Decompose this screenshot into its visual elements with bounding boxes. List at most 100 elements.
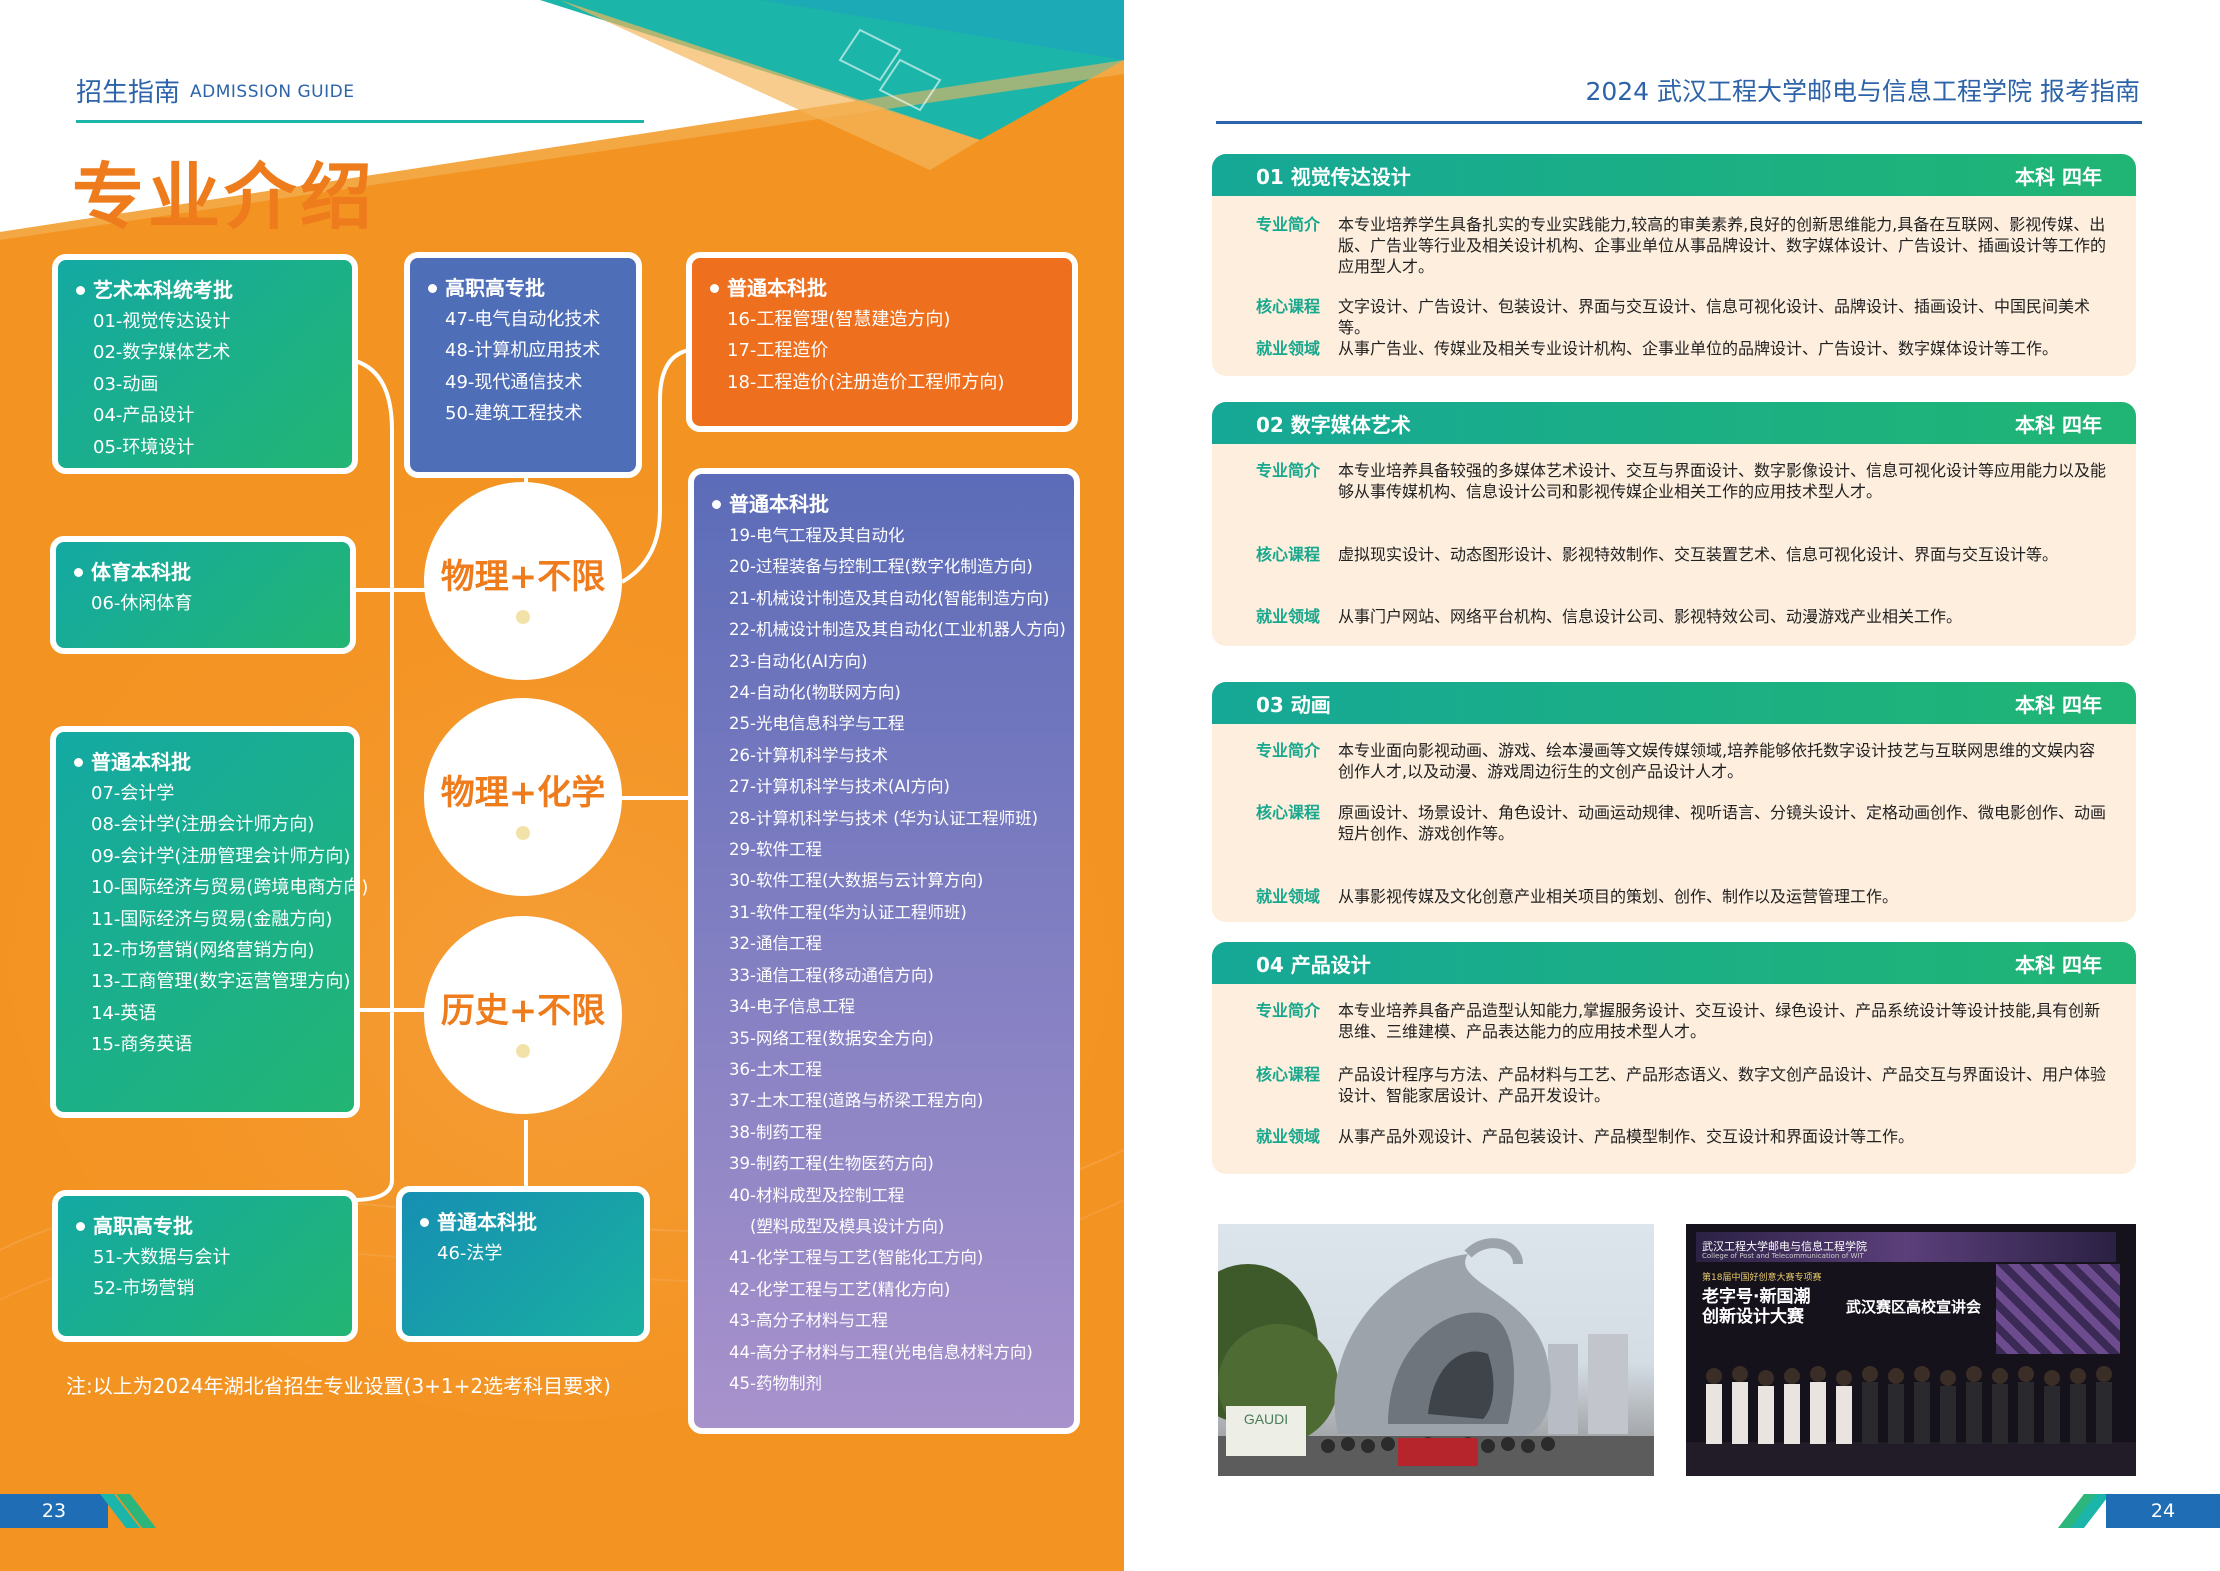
page-number-right: 24 — [2106, 1494, 2220, 1528]
list-item: 25-光电信息科学与工程 — [729, 714, 905, 734]
group-chem-ben: 普通本科批 19-电气工程及其自动化 20-过程装备与控制工程(数字化制造方向)… — [688, 468, 1080, 1434]
list-item: 26-计算机科学与技术 — [729, 745, 888, 765]
group-sport: 体育本科批 06-休闲体育 — [50, 536, 356, 654]
group-hist-ben: 普通本科批 07-会计学 08-会计学(注册会计师方向) 09-会计学(注册管理… — [50, 726, 369, 1118]
gaudi-sign: GAUDI — [1244, 1411, 1288, 1427]
group-hist-zhuan-title: 高职高专批 — [76, 1210, 334, 1242]
photo-event-group: 武汉工程大学邮电与信息工程学院 College of Post and Tele… — [1686, 1224, 2136, 1476]
lecture-title: 武汉赛区高校宣讲会 — [1846, 1298, 1982, 1316]
major-career-row: 就业领域 从事广告业、传媒业及相关专业设计机构、企事业单位的品牌设计、广告设计、… — [1256, 338, 2110, 359]
course-label: 核心课程 — [1256, 297, 1321, 316]
circle-physics-any: 物理+不限 — [424, 482, 622, 680]
list-item: 24-自动化(物联网方向) — [729, 683, 901, 703]
stage-pattern — [1996, 1264, 2120, 1354]
circle-history-any: 历史+不限 — [424, 916, 622, 1114]
major-meta: 本科 四年 — [2015, 952, 2102, 977]
group-hist-ben2-title: 普通本科批 — [420, 1206, 626, 1238]
course-text: 原画设计、场景设计、角色设计、动画运动规律、视听语言、分镜头设计、定格动画创作、… — [1338, 803, 2107, 843]
major-intro-row: 专业简介 本专业培养具备产品造型认知能力,掌握服务设计、交互设计、绿色设计、产品… — [1256, 1000, 2110, 1042]
list-item: 48-计算机应用技术 — [445, 340, 601, 362]
group-art: 艺术本科统考批 01-视觉传达设计 02-数字媒体艺术 03-动画 04-产品设… — [52, 254, 358, 474]
list-item: 52-市场营销 — [93, 1278, 195, 1300]
major-name: 03 动画 — [1256, 692, 1331, 717]
career-text: 从事影视传媒及文化创意产业相关项目的策划、创作、制作以及运营管理工作。 — [1338, 887, 1899, 906]
list-item: 18-工程造价(注册造价工程师方向) — [727, 371, 1005, 393]
major-course-row: 核心课程 原画设计、场景设计、角色设计、动画运动规律、视听语言、分镜头设计、定格… — [1256, 802, 2110, 844]
course-text: 产品设计程序与方法、产品材料与工艺、产品形态语义、数字文创产品设计、产品交互与界… — [1338, 1065, 2107, 1105]
list-item: 38-制药工程 — [729, 1122, 822, 1142]
major-card-header: 01 视觉传达设计 本科 四年 — [1212, 154, 2136, 196]
list-item: 30-软件工程(大数据与云计算方向) — [729, 871, 984, 891]
circle-physics-chemistry: 物理+化学 — [424, 698, 622, 896]
list-item: 17-工程造价 — [727, 340, 829, 362]
major-card-header: 03 动画 本科 四年 — [1212, 682, 2136, 724]
list-item: 45-药物制剂 — [729, 1373, 822, 1393]
group-hist-zhuan: 高职高专批 51-大数据与会计 52-市场营销 — [52, 1190, 358, 1342]
major-card-header: 02 数字媒体艺术 本科 四年 — [1212, 402, 2136, 444]
intro-label: 专业简介 — [1256, 215, 1321, 234]
career-text: 从事广告业、传媒业及相关专业设计机构、企事业单位的品牌设计、广告设计、数字媒体设… — [1338, 339, 2059, 358]
career-text: 从事产品外观设计、产品包装设计、产品模型制作、交互设计和界面设计等工作。 — [1338, 1127, 1915, 1146]
list-item: 02-数字媒体艺术 — [93, 342, 231, 364]
group-phys-ben: 普通本科批 16-工程管理(智慧建造方向) 17-工程造价 18-工程造价(注册… — [686, 252, 1078, 432]
list-item: 46-法学 — [437, 1243, 503, 1264]
major-name: 04 产品设计 — [1256, 952, 1371, 977]
stripe-decoration — [100, 1494, 156, 1528]
brochure-spread: 招生指南 ADMISSION GUIDE 专业介绍 艺术本科统考批 01-视觉传… — [0, 0, 2220, 1571]
major-course-row: 核心课程 产品设计程序与方法、产品材料与工艺、产品形态语义、数字文创产品设计、产… — [1256, 1064, 2110, 1106]
list-item: 14-英语 — [91, 1002, 157, 1024]
list-item: 16-工程管理(智慧建造方向) — [727, 309, 951, 330]
list-item: 47-电气自动化技术 — [445, 309, 601, 330]
list-item: (塑料成型及模具设计方向) — [729, 1216, 945, 1236]
group-hist-ben-title: 普通本科批 — [74, 746, 336, 778]
major-card-header: 04 产品设计 本科 四年 — [1212, 942, 2136, 984]
major-name: 02 数字媒体艺术 — [1256, 412, 1411, 437]
circle-label: 物理+不限 — [440, 556, 606, 597]
major-meta: 本科 四年 — [2015, 164, 2102, 189]
right-header-line — [1216, 121, 2142, 124]
major-course-row: 核心课程 虚拟现实设计、动态图形设计、影视特效制作、交互装置艺术、信息可视化设计… — [1256, 544, 2110, 565]
list-item: 49-现代通信技术 — [445, 371, 583, 393]
course-label: 核心课程 — [1256, 1065, 1321, 1084]
list-item: 34-电子信息工程 — [729, 997, 855, 1017]
career-text: 从事门户网站、网络平台机构、信息设计公司、影视特效公司、动漫游戏产业相关工作。 — [1338, 607, 1963, 626]
circle-dot — [516, 825, 530, 840]
group-phys-ben-title: 普通本科批 — [710, 272, 1054, 304]
list-item: 01-视觉传达设计 — [93, 311, 231, 332]
stripe-decoration-right — [2058, 1494, 2110, 1528]
major-card-02: 02 数字媒体艺术 本科 四年 专业简介 本专业培养具备较强的多媒体艺术设计、交… — [1212, 402, 2136, 646]
career-label: 就业领域 — [1256, 607, 1321, 626]
major-intro-row: 专业简介 本专业培养具备较强的多媒体艺术设计、交互与界面设计、数字影像设计、信息… — [1256, 460, 2110, 502]
list-item: 33-通信工程(移动通信方向) — [729, 965, 934, 985]
list-item: 43-高分子材料与工程 — [729, 1311, 888, 1331]
major-meta: 本科 四年 — [2015, 692, 2102, 717]
list-item: 42-化学工程与工艺(精化方向) — [729, 1279, 951, 1299]
list-item: 35-网络工程(数据安全方向) — [729, 1028, 934, 1048]
course-label: 核心课程 — [1256, 803, 1321, 822]
list-item: 22-机械设计制造及其自动化(工业机器人方向) — [729, 620, 1066, 640]
group-chem-ben-title: 普通本科批 — [712, 488, 1056, 520]
footnote: 注:以上为2024年湖北省招生专业设置(3+1+2选考科目要求) — [66, 1374, 611, 1398]
list-item: 37-土木工程(道路与桥梁工程方向) — [729, 1091, 984, 1111]
list-item: 23-自动化(AI方向) — [729, 651, 868, 671]
list-item: 12-市场营销(网络营销方向) — [91, 940, 315, 962]
intro-label: 专业简介 — [1256, 1001, 1321, 1020]
list-item: 11-国际经济与贸易(金融方向) — [91, 908, 333, 930]
circle-dot — [516, 609, 530, 624]
list-item: 19-电气工程及其自动化 — [729, 526, 905, 545]
group-art-title: 艺术本科统考批 — [76, 274, 334, 306]
group-people-illustration — [1686, 1366, 2136, 1476]
right-page-title: 2024 武汉工程大学邮电与信息工程学院 报考指南 — [1585, 77, 2140, 106]
career-label: 就业领域 — [1256, 339, 1321, 358]
major-intro-row: 专业简介 本专业面向影视动画、游戏、绘本漫画等文娱传媒领域,培养能够依托数字设计… — [1256, 740, 2110, 782]
major-career-row: 就业领域 从事门户网站、网络平台机构、信息设计公司、影视特效公司、动漫游戏产业相… — [1256, 606, 2110, 627]
list-item: 29-软件工程 — [729, 840, 822, 860]
list-item: 10-国际经济与贸易(跨境电商方向) — [91, 877, 369, 899]
major-career-row: 就业领域 从事产品外观设计、产品包装设计、产品模型制作、交互设计和界面设计等工作… — [1256, 1126, 2110, 1147]
list-item: 21-机械设计制造及其自动化(智能制造方向) — [729, 588, 1050, 608]
major-card-03: 03 动画 本科 四年 专业简介 本专业面向影视动画、游戏、绘本漫画等文娱传媒领… — [1212, 682, 2136, 922]
major-meta: 本科 四年 — [2015, 412, 2102, 437]
list-item: 08-会计学(注册会计师方向) — [91, 814, 315, 836]
list-item: 03-动画 — [93, 373, 159, 395]
major-card-04: 04 产品设计 本科 四年 专业简介 本专业培养具备产品造型认知能力,掌握服务设… — [1212, 942, 2136, 1174]
